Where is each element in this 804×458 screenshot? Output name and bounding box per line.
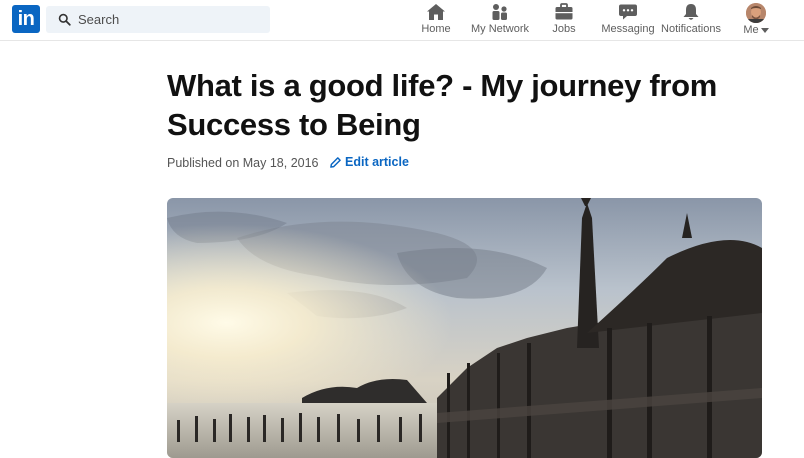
temple-at-sunset-photo <box>167 198 762 458</box>
nav-jobs[interactable]: Jobs <box>544 3 584 37</box>
chevron-down-icon <box>760 27 769 33</box>
edit-article-link[interactable]: Edit article <box>330 155 409 169</box>
search-input[interactable] <box>78 6 258 33</box>
avatar[interactable] <box>746 3 766 23</box>
published-date: Published on May 18, 2016 <box>167 156 319 170</box>
nav-messaging-label: Messaging <box>601 23 655 35</box>
nav-jobs-label: Jobs <box>552 23 576 35</box>
nav-my-network[interactable]: My Network <box>468 3 532 37</box>
search-icon <box>58 13 71 26</box>
nav-home-label: Home <box>421 23 451 35</box>
nav-notifications-label: Notifications <box>661 23 721 35</box>
nav-messaging[interactable]: Messaging <box>600 3 656 37</box>
network-icon <box>492 4 507 20</box>
edit-article-label: Edit article <box>345 155 409 169</box>
nav-me-label: Me <box>743 24 759 36</box>
top-navigation-bar: in Home My Network <box>0 0 804 41</box>
message-icon <box>619 4 637 20</box>
nav-my-network-label: My Network <box>470 23 530 35</box>
nav-home[interactable]: Home <box>414 3 458 37</box>
pencil-icon <box>330 157 341 168</box>
article-hero-image <box>167 198 762 458</box>
home-icon <box>427 4 445 20</box>
linkedin-logo[interactable]: in <box>12 5 40 33</box>
bell-icon <box>683 4 699 20</box>
nav-notifications[interactable]: Notifications <box>660 3 722 37</box>
nav-me[interactable]: Me <box>738 3 774 37</box>
search-box[interactable] <box>46 6 270 33</box>
article-title: What is a good life? - My journey from S… <box>167 68 718 142</box>
briefcase-icon <box>555 3 573 20</box>
